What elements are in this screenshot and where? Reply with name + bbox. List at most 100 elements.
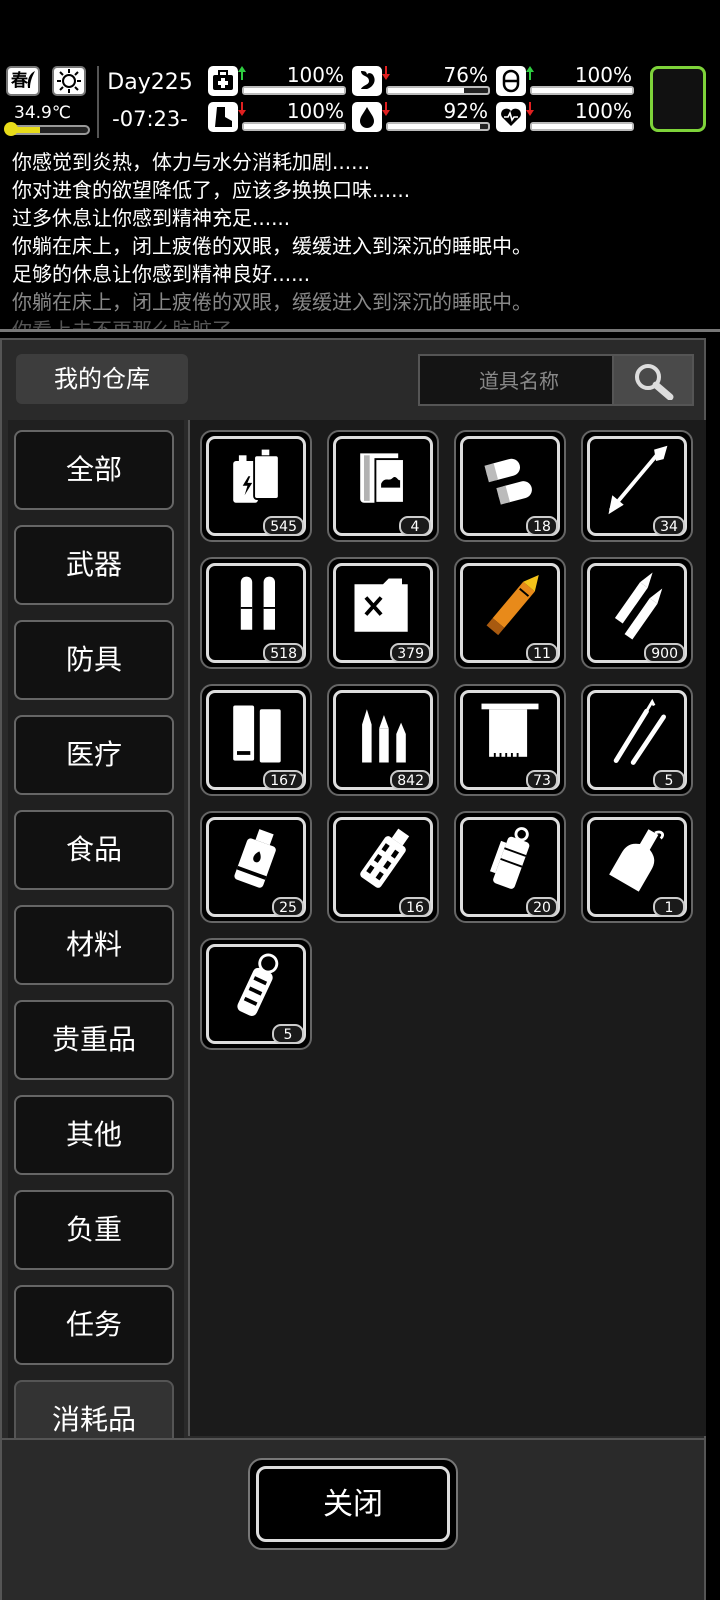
book-icon bbox=[360, 453, 405, 504]
stat-bar bbox=[386, 86, 490, 95]
inventory-item[interactable]: 842 bbox=[327, 684, 439, 796]
item-count: 20 bbox=[526, 897, 558, 917]
bottom-bar: 关闭 bbox=[2, 1438, 704, 1600]
inventory-item[interactable]: 16 bbox=[327, 811, 439, 923]
bullets-icon bbox=[362, 709, 406, 763]
medkit-icon bbox=[208, 66, 238, 96]
sun-icon bbox=[52, 66, 86, 96]
pill-icon bbox=[496, 66, 526, 96]
inventory-item[interactable]: 18 bbox=[454, 430, 566, 542]
inventory-item[interactable]: 5 bbox=[200, 938, 312, 1050]
search-icon bbox=[635, 364, 674, 400]
heart-icon bbox=[496, 102, 526, 132]
stat-bar bbox=[530, 86, 634, 95]
item-count: 5 bbox=[272, 1024, 304, 1044]
inventory-item[interactable]: 34 bbox=[581, 430, 693, 542]
stat-heart: 100% bbox=[496, 100, 636, 136]
battery-icon bbox=[233, 449, 280, 503]
category-10[interactable]: 消耗品 bbox=[14, 1380, 174, 1440]
feather-icon bbox=[27, 71, 35, 88]
close-button[interactable]: 关闭 bbox=[248, 1458, 458, 1550]
category-9[interactable]: 任务 bbox=[14, 1285, 174, 1365]
smoke-grenade-icon bbox=[489, 827, 530, 889]
arrow-up-icon bbox=[526, 66, 534, 80]
item-count: 379 bbox=[390, 643, 431, 663]
inventory-item[interactable]: 545 bbox=[200, 430, 312, 542]
temperature-text: 34.9℃ bbox=[14, 103, 71, 123]
magazine-icon bbox=[233, 705, 281, 763]
stat-bar bbox=[242, 86, 346, 95]
category-8[interactable]: 负重 bbox=[14, 1190, 174, 1270]
category-0[interactable]: 全部 bbox=[14, 430, 174, 510]
inventory-item[interactable]: 379 bbox=[327, 557, 439, 669]
item-count: 4 bbox=[399, 516, 431, 536]
stun-grenade-icon bbox=[360, 828, 410, 888]
search-box bbox=[418, 354, 694, 406]
category-1[interactable]: 武器 bbox=[14, 525, 174, 605]
inventory-item[interactable]: 25 bbox=[200, 811, 312, 923]
arrow-up-icon bbox=[238, 66, 246, 80]
warehouse-panel: 我的仓库 全部武器防具医疗食品材料贵重品其他负重任务消耗品 5454183451… bbox=[0, 338, 706, 1600]
log-line: 你对进食的欲望降低了，应该多换换口味...... bbox=[12, 178, 411, 202]
day-counter: Day225 bbox=[107, 70, 193, 95]
rifle-rounds-icon bbox=[614, 572, 663, 640]
category-4[interactable]: 食品 bbox=[14, 810, 174, 890]
category-5[interactable]: 材料 bbox=[14, 905, 174, 985]
category-7[interactable]: 其他 bbox=[14, 1095, 174, 1175]
stat-stomach: 76% bbox=[352, 64, 492, 100]
inventory-item[interactable]: 167 bbox=[200, 684, 312, 796]
water-drop-icon bbox=[352, 102, 382, 132]
item-count: 25 bbox=[272, 897, 304, 917]
rocket-icon bbox=[486, 574, 539, 636]
towel-icon bbox=[481, 703, 539, 761]
stat-bar bbox=[386, 122, 490, 131]
arrow-down-icon bbox=[526, 102, 534, 116]
category-3[interactable]: 医疗 bbox=[14, 715, 174, 795]
equipped-slot[interactable] bbox=[650, 66, 706, 132]
thermometer-icon bbox=[4, 122, 18, 136]
status-bar: 春 34.9℃ Day225 -07:23- 100% 76% 100% 100% 92… bbox=[0, 62, 720, 142]
inventory-item[interactable]: 1 bbox=[581, 811, 693, 923]
stat-value: 92% bbox=[443, 99, 488, 123]
arrow-icon bbox=[608, 445, 668, 515]
search-button[interactable] bbox=[612, 356, 692, 404]
shotgun-shell-icon bbox=[484, 458, 532, 505]
category-2[interactable]: 防具 bbox=[14, 620, 174, 700]
inventory-item[interactable]: 20 bbox=[454, 811, 566, 923]
item-count: 5 bbox=[653, 770, 685, 790]
incendiary-grenade-icon bbox=[234, 829, 276, 888]
item-count: 167 bbox=[263, 770, 304, 790]
message-log[interactable]: 你感觉到炎热，体力与水分消耗加剧...... 你对进食的欲望降低了，应该多换换口味… bbox=[0, 148, 720, 332]
item-count: 842 bbox=[390, 770, 431, 790]
inventory-item[interactable]: 73 bbox=[454, 684, 566, 796]
inventory-item[interactable]: 518 bbox=[200, 557, 312, 669]
stat-bar bbox=[242, 122, 346, 131]
flashbang-icon bbox=[237, 953, 279, 1016]
stat-boot: 100% bbox=[208, 100, 348, 136]
item-count: 16 bbox=[399, 897, 431, 917]
arrow-down-icon bbox=[382, 66, 390, 80]
inventory-item[interactable]: 900 bbox=[581, 557, 693, 669]
molotov-icon bbox=[609, 829, 664, 892]
inventory-item[interactable]: 11 bbox=[454, 557, 566, 669]
stat-value: 100% bbox=[574, 99, 632, 123]
stat-value: 100% bbox=[574, 63, 632, 87]
item-count: 73 bbox=[526, 770, 558, 790]
fuel-can-icon bbox=[354, 578, 408, 632]
stat-bar bbox=[530, 122, 634, 131]
lockpick-icon bbox=[613, 698, 666, 765]
inventory-item[interactable]: 4 bbox=[327, 430, 439, 542]
log-line: 你躺在床上，闭上疲倦的双眼，缓缓进入到深沉的睡眠中。 bbox=[12, 234, 532, 258]
log-line: 你躺在床上，闭上疲倦的双眼，缓缓进入到深沉的睡眠中。 bbox=[12, 290, 532, 314]
stat-value: 100% bbox=[286, 99, 344, 123]
inventory-item[interactable]: 5 bbox=[581, 684, 693, 796]
stat-water-drop: 92% bbox=[352, 100, 492, 136]
pistol-ammo-icon bbox=[240, 576, 275, 630]
search-input[interactable] bbox=[420, 356, 618, 406]
stat-value: 100% bbox=[286, 63, 344, 87]
log-line: 你感觉到炎热，体力与水分消耗加剧...... bbox=[12, 150, 371, 174]
category-6[interactable]: 贵重品 bbox=[14, 1000, 174, 1080]
item-count: 11 bbox=[526, 643, 558, 663]
category-list: 全部武器防具医疗食品材料贵重品其他负重任务消耗品 bbox=[8, 420, 184, 1440]
arrow-down-icon bbox=[382, 102, 390, 116]
